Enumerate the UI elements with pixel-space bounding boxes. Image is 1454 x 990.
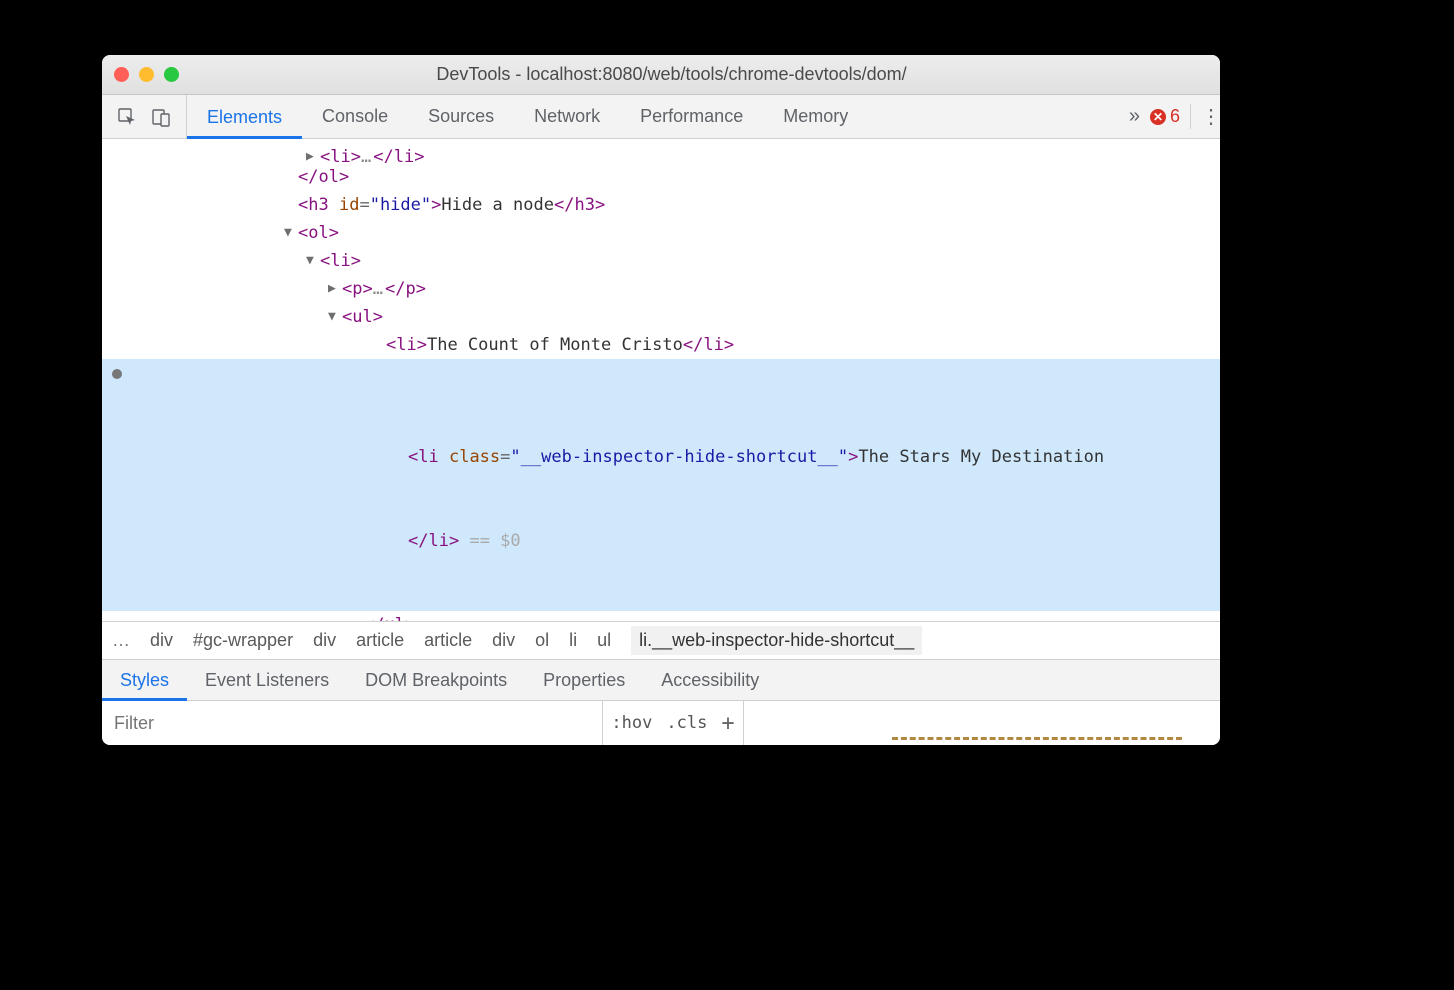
dom-line-h3-hide[interactable]: <h3 id="hide">Hide a node</h3> [102, 191, 1220, 219]
settings-menu-icon[interactable]: ⋮ [1190, 104, 1210, 129]
cls-toggle[interactable]: .cls [666, 713, 707, 733]
breadcrumb-item[interactable]: div [313, 630, 336, 651]
dom-line[interactable]: </ul> [102, 611, 1220, 621]
hidden-node-indicator-icon [112, 369, 122, 379]
toolbar-right: » ✕ 6 ⋮ [1119, 95, 1220, 138]
dom-line-li-monte[interactable]: <li>The Count of Monte Cristo</li> [102, 331, 1220, 359]
hov-toggle[interactable]: :hov [611, 713, 652, 733]
expand-icon[interactable]: ▶ [328, 275, 342, 303]
subtab-dom-breakpoints[interactable]: DOM Breakpoints [347, 660, 525, 700]
styles-filter-input[interactable] [102, 701, 603, 745]
styles-controls: :hov .cls + [603, 701, 743, 745]
traffic-lights [114, 67, 179, 82]
minimize-window-button[interactable] [139, 67, 154, 82]
tab-performance[interactable]: Performance [620, 95, 763, 138]
breadcrumb-item[interactable]: #gc-wrapper [193, 630, 293, 651]
main-toolbar: Elements Console Sources Network Perform… [102, 95, 1220, 139]
tab-console[interactable]: Console [302, 95, 408, 138]
error-count-badge[interactable]: ✕ 6 [1150, 106, 1180, 127]
inspect-element-icon[interactable] [116, 106, 138, 128]
dom-line[interactable]: </ol> [102, 163, 1220, 191]
new-style-rule-button[interactable]: + [721, 711, 734, 736]
box-model-preview [744, 701, 1220, 745]
styles-tabs: Styles Event Listeners DOM Breakpoints P… [102, 659, 1220, 701]
titlebar[interactable]: DevTools - localhost:8080/web/tools/chro… [102, 55, 1220, 95]
breadcrumb-item[interactable]: li [569, 630, 577, 651]
collapse-icon[interactable]: ▼ [306, 247, 320, 275]
expand-icon[interactable]: ▶ [306, 143, 320, 163]
dom-line[interactable]: ▼<li> [102, 247, 1220, 275]
dom-line-selected[interactable]: <li class="__web-inspector-hide-shortcut… [102, 359, 1220, 611]
dom-line[interactable]: ▶<li>…</li> [102, 143, 1220, 163]
dom-line[interactable]: ▼<ul> [102, 303, 1220, 331]
tab-memory[interactable]: Memory [763, 95, 868, 138]
elements-tree[interactable]: ▶<li>…</li> </ol> <h3 id="hide">Hide a n… [102, 139, 1220, 621]
close-window-button[interactable] [114, 67, 129, 82]
window-title: DevTools - localhost:8080/web/tools/chro… [195, 64, 1208, 85]
subtab-accessibility[interactable]: Accessibility [643, 660, 777, 700]
subtab-properties[interactable]: Properties [525, 660, 643, 700]
tab-sources[interactable]: Sources [408, 95, 514, 138]
subtab-event-listeners[interactable]: Event Listeners [187, 660, 347, 700]
device-toolbar-icon[interactable] [150, 106, 172, 128]
toolbar-left [102, 95, 187, 138]
subtab-styles[interactable]: Styles [102, 660, 187, 701]
main-tabs: Elements Console Sources Network Perform… [187, 95, 1119, 138]
zoom-window-button[interactable] [164, 67, 179, 82]
dashed-box-edge [892, 737, 1182, 743]
tab-elements[interactable]: Elements [187, 95, 302, 139]
collapse-icon[interactable]: ▼ [284, 219, 298, 247]
devtools-window: DevTools - localhost:8080/web/tools/chro… [102, 55, 1220, 745]
breadcrumb-bar[interactable]: … div #gc-wrapper div article article di… [102, 621, 1220, 659]
breadcrumb-item[interactable]: ol [535, 630, 549, 651]
breadcrumb-item-current[interactable]: li.__web-inspector-hide-shortcut__ [631, 626, 922, 655]
breadcrumb-item[interactable]: article [356, 630, 404, 651]
dom-line[interactable]: ▼<ol> [102, 219, 1220, 247]
breadcrumb-item[interactable]: article [424, 630, 472, 651]
breadcrumb-item[interactable]: div [492, 630, 515, 651]
collapse-icon[interactable]: ▼ [328, 303, 342, 331]
breadcrumb-overflow[interactable]: … [112, 630, 130, 651]
tabs-overflow-button[interactable]: » [1129, 105, 1140, 128]
dom-line[interactable]: ▶<p>…</p> [102, 275, 1220, 303]
breadcrumb-item[interactable]: div [150, 630, 173, 651]
breadcrumb-item[interactable]: ul [597, 630, 611, 651]
error-count: 6 [1170, 106, 1180, 127]
error-icon: ✕ [1150, 109, 1166, 125]
styles-toolbar: :hov .cls + [102, 701, 1220, 745]
tab-network[interactable]: Network [514, 95, 620, 138]
